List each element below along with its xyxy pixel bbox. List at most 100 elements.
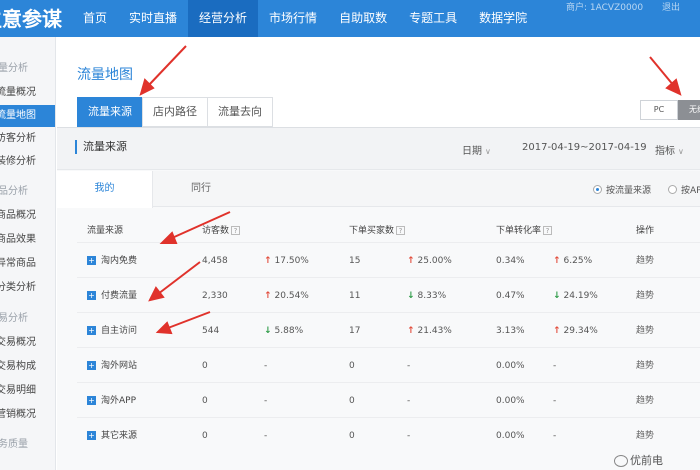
change-value: 20.54%	[274, 291, 309, 301]
visitors-change-cell: ↑ 17.50%	[264, 243, 309, 279]
logout-link[interactable]: 退出	[662, 0, 680, 13]
tab-store-path[interactable]: 店内路径	[142, 97, 208, 127]
buyers-change-cell: -	[407, 383, 410, 419]
sidebar-item-traffic-map[interactable]: 流量地图	[0, 105, 55, 127]
trend-link[interactable]: 趋势	[636, 278, 654, 314]
sidebar-group-goods: 商品分析	[0, 186, 28, 197]
brand-logo[interactable]: 生意参谋	[0, 3, 62, 32]
compare-subtabs: 我的 同行 按流量来源 按APP	[57, 171, 700, 208]
source-cell[interactable]: + 自主访问	[87, 313, 137, 349]
table-row: + 付费流量 2,330 ↑ 20.54% 11 ↓ 8.33% 0.47% ↓ 24.19% 趋势	[77, 277, 700, 313]
help-icon[interactable]: ?	[543, 226, 553, 235]
visitors-cell: 0	[202, 361, 208, 371]
tab-traffic-destination[interactable]: 流量去向	[207, 97, 273, 127]
device-toggle: PC 无线	[640, 100, 700, 120]
help-icon[interactable]: ?	[231, 226, 241, 235]
source-label: 其它来源	[101, 431, 138, 441]
indicator-label: 指标	[655, 146, 675, 157]
nav-menu: 首页 实时直播 经营分析 市场行情 自助取数 专题工具 数据学院	[72, 0, 538, 37]
traffic-tabs: 流量来源 店内路径 流量去向	[77, 97, 273, 127]
nav-item-market[interactable]: 市场行情	[258, 0, 328, 37]
source-cell[interactable]: + 其它来源	[87, 418, 137, 454]
wechat-icon	[614, 455, 628, 467]
traffic-source-section: 流量来源 日期 ∨ 2017-04-19~2017-04-19 指标 ∨ 我的 同行…	[57, 127, 700, 470]
watermark-text: 优前电	[630, 454, 663, 467]
subtab-mine[interactable]: 我的	[57, 171, 153, 208]
expand-icon[interactable]: +	[87, 396, 96, 405]
conversion-change-cell: ↑ 6.25%	[553, 243, 592, 279]
change-value: 6.25%	[563, 256, 593, 266]
source-cell[interactable]: + 淘外网站	[87, 348, 137, 384]
source-cell[interactable]: + 淘外APP	[87, 383, 136, 419]
sidebar-item-goods-effect[interactable]: 商品效果	[0, 229, 55, 251]
buyers-cell: 0	[349, 396, 355, 406]
buyers-cell: 0	[349, 361, 355, 371]
chevron-down-icon: ∨	[678, 147, 684, 156]
expand-icon[interactable]: +	[87, 291, 96, 300]
subtab-peers[interactable]: 同行	[153, 171, 249, 207]
sidebar-item-abnormal-goods[interactable]: 异常商品	[0, 253, 55, 275]
device-wireless-button[interactable]: 无线	[678, 100, 700, 120]
sidebar-item-trade-overview[interactable]: 交易概况	[0, 332, 55, 354]
conversion-change-cell: ↑ 29.34%	[553, 313, 598, 349]
header-buyers: 下单买家数?	[349, 220, 406, 242]
sidebar-item-goods-overview[interactable]: 商品概况	[0, 205, 55, 227]
tab-traffic-source[interactable]: 流量来源	[77, 97, 143, 127]
trend-link[interactable]: 趋势	[636, 348, 654, 384]
date-label: 日期	[462, 146, 482, 157]
expand-icon[interactable]: +	[87, 326, 96, 335]
sidebar-item-category-analysis[interactable]: 分类分析	[0, 277, 55, 299]
help-icon[interactable]: ?	[396, 226, 406, 235]
sidebar-item-trade-detail[interactable]: 交易明细	[0, 380, 55, 402]
device-pc-button[interactable]: PC	[640, 100, 678, 120]
sidebar-item-marketing[interactable]: 营销概况	[0, 404, 55, 426]
trend-link[interactable]: 趋势	[636, 383, 654, 419]
change-value: -	[264, 396, 268, 406]
radio-by-app[interactable]: 按APP	[668, 183, 700, 196]
sidebar-item-traffic-overview[interactable]: 流量概况	[0, 82, 55, 104]
visitors-change-cell: -	[264, 348, 267, 384]
table-row: + 自主访问 544 ↓ 5.88% 17 ↑ 21.43% 3.13% ↑ 29.34% 趋势	[77, 312, 700, 348]
visitors-cell: 2,330	[202, 291, 228, 301]
radio-by-source[interactable]: 按流量来源	[593, 183, 651, 196]
table-row: + 淘内免费 4,458 ↑ 17.50% 15 ↑ 25.00% 0.34% ↑ 6.25% 趋势	[77, 242, 700, 278]
indicator-selector[interactable]: 指标 ∨	[655, 142, 684, 157]
nav-item-tools[interactable]: 专题工具	[398, 0, 468, 37]
date-range[interactable]: 2017-04-19~2017-04-19	[522, 142, 647, 153]
header-buyers-label: 下单买家数	[349, 226, 395, 236]
trend-link[interactable]: 趋势	[636, 313, 654, 349]
source-cell[interactable]: + 淘内免费	[87, 243, 137, 279]
sidebar-item-visitor-analysis[interactable]: 访客分析	[0, 128, 55, 150]
change-value: -	[264, 431, 268, 441]
nav-item-business-analysis[interactable]: 经营分析	[188, 0, 259, 37]
nav-item-live[interactable]: 实时直播	[118, 0, 188, 37]
page: 生意参谋 首页 实时直播 经营分析 市场行情 自助取数 专题工具 数据学院 商户…	[0, 0, 700, 470]
change-value: 5.88%	[274, 326, 304, 336]
brand-text: 生意参谋	[0, 7, 62, 31]
radio-icon	[593, 185, 602, 194]
visitors-change-cell: -	[264, 418, 267, 454]
header-source: 流量来源	[87, 226, 124, 236]
sidebar-item-decoration-analysis[interactable]: 装修分析	[0, 151, 55, 173]
sidebar-item-trade-composition[interactable]: 交易构成	[0, 356, 55, 378]
source-label: 淘外网站	[101, 361, 138, 371]
conversion-change-cell: -	[553, 348, 556, 384]
arrow-up-icon: ↑	[553, 256, 561, 266]
expand-icon[interactable]: +	[87, 431, 96, 440]
buyers-cell: 15	[349, 256, 361, 266]
source-label: 淘内免费	[101, 256, 138, 266]
date-selector[interactable]: 日期 ∨	[462, 142, 491, 157]
trend-link[interactable]: 趋势	[636, 418, 654, 454]
radio-icon	[668, 185, 677, 194]
nav-item-home[interactable]: 首页	[72, 0, 118, 37]
nav-item-self-service[interactable]: 自助取数	[328, 0, 398, 37]
buyers-change-cell: ↑ 25.00%	[407, 243, 452, 279]
conversion-cell: 0.00%	[496, 396, 525, 406]
user-account[interactable]: 商户: 1ACVZ0000	[566, 0, 643, 13]
nav-item-academy[interactable]: 数据学院	[468, 0, 538, 37]
arrow-down-icon: ↓	[264, 326, 272, 336]
expand-icon[interactable]: +	[87, 361, 96, 370]
expand-icon[interactable]: +	[87, 256, 96, 265]
source-cell[interactable]: + 付费流量	[87, 278, 137, 314]
trend-link[interactable]: 趋势	[636, 243, 654, 279]
